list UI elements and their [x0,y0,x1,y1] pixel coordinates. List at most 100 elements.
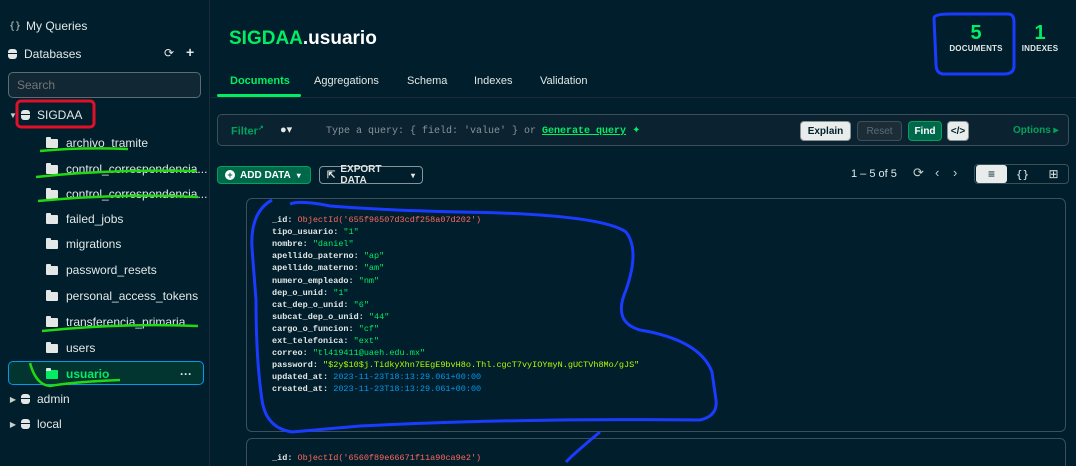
field-value[interactable]: "6" [354,300,369,310]
field-value[interactable]: 2023-11-23T18:13:29.061+00:00 [333,384,481,394]
document-field: tipo_usuario: "1" [272,227,359,238]
folder-icon [46,289,58,301]
collection-label: control_correspondencia... [66,187,208,201]
field-key: subcat_dep_o_unid [272,311,359,322]
field-key: correo [272,348,303,359]
sidebar-search-input[interactable] [8,72,201,98]
find-button[interactable]: Find [908,121,942,141]
tab-aggregations[interactable]: Aggregations [314,75,379,87]
field-key: _id [272,453,288,463]
databases-header[interactable]: Databases ⟳ + [8,42,217,66]
database-icon [21,419,30,429]
document-field: numero_empleado: "nm" [272,275,380,286]
view-switcher: ≡ {} ⊞ [974,164,1069,184]
prev-page-icon[interactable]: ‹ [935,165,939,180]
database-label: admin [37,392,70,406]
options-toggle[interactable]: Options ▸ [1013,125,1059,136]
database-sigdaa[interactable]: ▼ SIGDAA [8,103,217,127]
reset-button[interactable]: Reset [857,121,902,141]
field-value[interactable]: "1" [333,288,348,298]
field-value[interactable]: 2023-11-23T18:13:29.061+00:00 [333,372,481,382]
folder-icon [46,162,58,174]
database-icon [8,49,17,59]
database-admin[interactable]: ▶ admin [8,387,217,411]
database-sigdaa-label: SIGDAA [37,108,83,122]
collection-label: migrations [66,237,122,251]
documents-count: 5 [970,22,982,44]
add-database-icon[interactable]: + [186,44,194,60]
export-data-button[interactable]: ⇱ EXPORT DATA ▾ [319,164,423,186]
field-value[interactable]: "$2y$10$j.TidkyXhn7EEgE9bvH8o.Thl.cgcT7v… [323,360,639,370]
filter-label: Filter↗ [231,125,264,138]
field-value[interactable]: "1" [343,227,358,237]
folder-icon [46,315,58,327]
document-card[interactable]: _id: ObjectId('6560f89e66671f11a90ca9e2'… [246,438,1066,466]
database-label: local [37,417,62,431]
field-value[interactable]: "nm" [359,276,379,286]
tab-documents[interactable]: Documents [230,75,290,87]
folder-icon [46,212,58,224]
refresh-icon[interactable]: ⟳ [164,46,174,60]
database-icon [21,110,30,120]
plus-icon: + [225,170,235,180]
list-view-icon[interactable]: ≡ [976,165,1007,183]
documents-label: DOCUMENTS [949,44,1003,53]
field-value[interactable]: "cf" [359,324,379,334]
next-page-icon[interactable]: › [953,165,957,180]
tab-validation[interactable]: Validation [540,75,588,87]
tab-indexes[interactable]: Indexes [474,75,513,87]
chevron-down-icon[interactable]: ▼ [8,111,18,120]
indexes-count: 1 [1034,22,1046,44]
explain-button[interactable]: Explain [800,121,851,141]
document-field: created_at: 2023-11-23T18:13:29.061+00:0… [272,384,482,395]
title-collection-name: .usuario [302,28,377,49]
field-value[interactable]: ObjectId('6560f89e66671f11a90ca9e2') [298,453,482,463]
documents-count-stat: 5 DOCUMENTS [944,22,1008,53]
field-key: cat_dep_o_unid [272,299,344,310]
field-value[interactable]: "daniel" [313,239,354,249]
field-value[interactable]: "am" [364,263,384,273]
sidebar: {} My Queries Databases ⟳ + ▼ SIGDAA arc… [0,0,210,466]
folder-icon [46,136,58,148]
collection-label: failed_jobs [66,212,124,226]
collection-usuario[interactable]: usuario ··· [46,362,202,386]
chevron-right-icon[interactable]: ▶ [8,420,18,429]
indexes-count-stat: 1 INDEXES [1016,22,1064,53]
code-view-button[interactable]: </> [947,121,969,141]
export-data-label: EXPORT DATA [340,164,382,186]
page-title: SIGDAA.usuario [229,28,377,50]
add-data-label: ADD DATA [240,169,291,181]
tab-divider [211,97,1076,98]
more-options-icon[interactable]: ··· [180,367,192,381]
main-panel: SIGDAA.usuario 5 DOCUMENTS 1 INDEXES Doc… [211,0,1076,466]
field-value[interactable]: "tl419411@uaeh.edu.mx" [313,348,425,358]
query-history-icon[interactable]: ●▾ [280,123,292,136]
my-queries-item[interactable]: {} My Queries [8,14,217,38]
table-view-icon[interactable]: ⊞ [1038,165,1069,183]
document-field: _id: ObjectId('6560f89e66671f11a90ca9e2'… [272,453,482,463]
chevron-right-icon[interactable]: ▶ [8,395,18,404]
export-icon: ⇱ [327,169,336,181]
field-value[interactable]: "ap" [364,251,384,261]
field-key: apellido_paterno [272,251,354,262]
pagination-text: 1 – 5 of 5 [851,168,897,180]
json-view-icon[interactable]: {} [1007,165,1038,183]
field-value[interactable]: "44" [369,312,389,322]
field-value[interactable]: ObjectId('655f96507d3cdf258a07d202') [298,215,482,225]
document-field: cargo_o_funcion: "cf" [272,323,380,334]
filter-input[interactable]: Type a query: { field: 'value' } or Gene… [326,125,640,137]
collection-label: personal_access_tokens [66,289,199,303]
generate-query-link[interactable]: Generate query [542,126,626,137]
databases-label: Databases [24,47,82,61]
document-card[interactable]: _id: ObjectId('655f96507d3cdf258a07d202'… [246,198,1066,432]
document-field: ext_telefonica: "ext" [272,336,380,346]
document-field: _id: ObjectId('655f96507d3cdf258a07d202'… [272,215,482,225]
folder-icon [46,341,58,353]
tab-schema[interactable]: Schema [407,75,447,87]
database-local[interactable]: ▶ local [8,412,217,436]
add-data-button[interactable]: + ADD DATA ▾ [217,166,311,184]
collection-label: transferencia_primaria [66,315,186,329]
collection-label: password_resets [66,263,157,277]
refresh-icon[interactable]: ⟳ [913,165,924,181]
field-value[interactable]: "ext" [354,336,380,346]
